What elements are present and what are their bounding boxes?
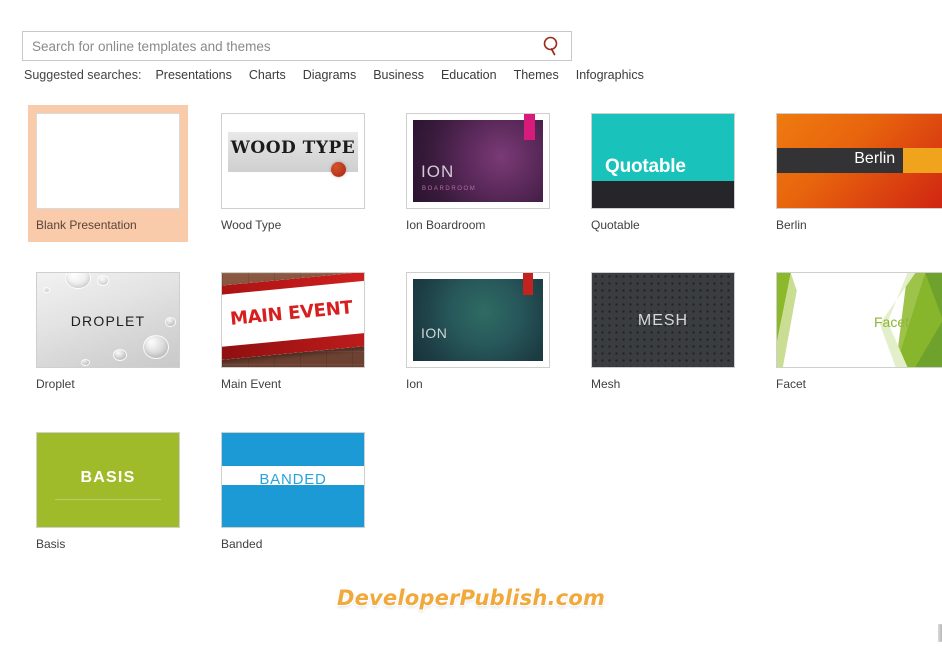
main-event-art: MAIN EVENT <box>222 273 364 367</box>
mesh-title: MESH <box>637 312 689 329</box>
template-label-facet: Facet <box>776 377 807 391</box>
template-thumbnail-berlin[interactable]: Berlin <box>776 113 942 209</box>
water-droplet-icon <box>65 273 91 289</box>
basis-title: BASIS <box>80 469 136 486</box>
wood-type-seal-icon <box>331 162 346 177</box>
droplet-title: DROPLET <box>70 313 146 329</box>
template-tile-main-event[interactable]: MAIN EVENT Main Event <box>213 264 373 401</box>
template-label-ion: Ion <box>406 377 423 391</box>
template-tile-ion[interactable]: ION Ion <box>398 264 558 401</box>
quotable-pointer-icon <box>616 174 630 181</box>
ion-art: ION <box>407 273 549 367</box>
facet-art: Facet <box>777 273 942 367</box>
banded-bottom-band <box>222 485 364 527</box>
search-input[interactable] <box>32 38 541 54</box>
template-thumbnail-banded[interactable]: BANDED <box>221 432 365 528</box>
basis-divider <box>55 499 161 500</box>
water-droplet-icon <box>81 359 90 366</box>
search-icon[interactable] <box>541 35 563 57</box>
suggested-search-charts[interactable]: Charts <box>249 68 286 82</box>
template-thumbnail-basis[interactable]: BASIS <box>36 432 180 528</box>
template-tile-wood-type[interactable]: WOOD TYPE Wood Type <box>213 105 373 242</box>
template-thumbnail-facet[interactable]: Facet <box>776 272 942 368</box>
blank-slide-art <box>37 114 179 208</box>
template-thumbnail-ion-boardroom[interactable]: ION BOARDROOM <box>406 113 550 209</box>
suggested-search-business[interactable]: Business <box>373 68 424 82</box>
suggested-searches: Suggested searches: Presentations Charts… <box>24 68 661 82</box>
template-label-berlin: Berlin <box>776 218 807 232</box>
water-droplet-icon <box>97 275 109 286</box>
watermark: DeveloperPublish.com <box>336 586 606 610</box>
berlin-title: Berlin <box>854 150 896 167</box>
template-tile-basis[interactable]: BASIS Basis <box>28 424 188 561</box>
quotable-footer-band <box>592 181 734 208</box>
template-tile-ion-boardroom[interactable]: ION BOARDROOM Ion Boardroom <box>398 105 558 242</box>
wood-type-art: WOOD TYPE <box>222 114 364 208</box>
template-row: BASIS Basis BANDED Banded <box>28 424 373 561</box>
template-tile-berlin[interactable]: Berlin Berlin <box>768 105 942 242</box>
scrollbar-fragment[interactable] <box>938 624 942 642</box>
template-tile-quotable[interactable]: Quotable Quotable <box>583 105 743 242</box>
suggested-searches-label: Suggested searches: <box>24 68 142 82</box>
template-label-droplet: Droplet <box>36 377 75 391</box>
banded-art: BANDED <box>222 433 364 527</box>
main-event-title: MAIN EVENT <box>229 297 354 330</box>
template-tile-droplet[interactable]: DROPLET Droplet <box>28 264 188 401</box>
template-row: DROPLET Droplet MAIN EVENT Main Event IO… <box>28 264 942 401</box>
berlin-art: Berlin <box>777 114 942 208</box>
template-thumbnail-main-event[interactable]: MAIN EVENT <box>221 272 365 368</box>
template-label-ion-boardroom: Ion Boardroom <box>406 218 486 232</box>
berlin-amber-block <box>903 148 942 173</box>
template-row: Blank Presentation WOOD TYPE Wood Type I… <box>28 105 942 242</box>
suggested-search-presentations[interactable]: Presentations <box>155 68 231 82</box>
suggested-search-diagrams[interactable]: Diagrams <box>303 68 357 82</box>
template-label-banded: Banded <box>221 537 263 551</box>
ion-boardroom-subtitle: BOARDROOM <box>422 186 477 192</box>
ion-boardroom-art: ION BOARDROOM <box>407 114 549 208</box>
template-tile-mesh[interactable]: MESH Mesh <box>583 264 743 401</box>
template-thumbnail-blank-presentation[interactable] <box>36 113 180 209</box>
ion-boardroom-accent-tab <box>524 114 535 140</box>
quotable-art: Quotable <box>592 114 734 208</box>
suggested-search-infographics[interactable]: Infographics <box>576 68 644 82</box>
search-box[interactable] <box>22 31 572 61</box>
template-tile-banded[interactable]: BANDED Banded <box>213 424 373 561</box>
wood-type-title: WOOD TYPE <box>230 138 356 158</box>
template-thumbnail-wood-type[interactable]: WOOD TYPE <box>221 113 365 209</box>
ion-accent-tab <box>523 273 533 295</box>
ion-title: ION <box>421 325 448 341</box>
water-droplet-icon <box>143 335 169 359</box>
suggested-search-themes[interactable]: Themes <box>514 68 559 82</box>
banded-top-band <box>222 433 364 466</box>
template-label-wood-type: Wood Type <box>221 218 282 232</box>
template-thumbnail-ion[interactable]: ION <box>406 272 550 368</box>
suggested-search-education[interactable]: Education <box>441 68 497 82</box>
template-tile-facet[interactable]: Facet Facet <box>768 264 942 401</box>
template-label-main-event: Main Event <box>221 377 282 391</box>
template-gallery-screen: Suggested searches: Presentations Charts… <box>0 0 942 657</box>
main-event-sign: MAIN EVENT <box>222 273 364 361</box>
template-label-mesh: Mesh <box>591 377 621 391</box>
template-label-blank-presentation: Blank Presentation <box>36 218 137 232</box>
water-droplet-icon <box>113 349 127 361</box>
template-thumbnail-droplet[interactable]: DROPLET <box>36 272 180 368</box>
template-thumbnail-quotable[interactable]: Quotable <box>591 113 735 209</box>
template-tile-blank-presentation[interactable]: Blank Presentation <box>28 105 188 242</box>
mesh-art: MESH <box>592 273 734 367</box>
basis-art: BASIS <box>37 433 179 527</box>
facet-polygon-shapes <box>777 273 942 367</box>
template-label-basis: Basis <box>36 537 66 551</box>
search-area <box>22 31 572 61</box>
water-droplet-icon <box>43 287 50 293</box>
droplet-art: DROPLET <box>37 273 179 367</box>
template-label-quotable: Quotable <box>591 218 640 232</box>
template-thumbnail-mesh[interactable]: MESH <box>591 272 735 368</box>
ion-boardroom-title: ION <box>421 162 455 181</box>
facet-title: Facet <box>873 314 909 330</box>
